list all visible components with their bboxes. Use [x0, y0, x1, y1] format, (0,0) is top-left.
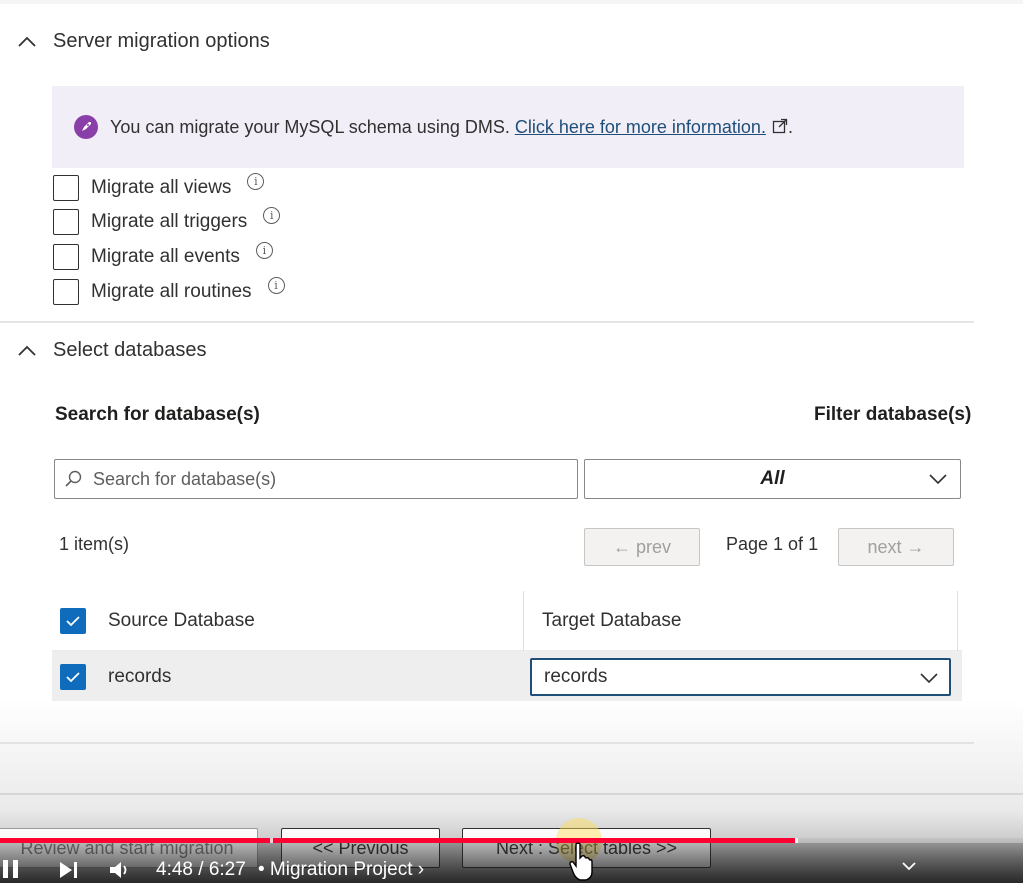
next-video-icon[interactable] [58, 860, 80, 880]
events-checkbox[interactable] [53, 244, 79, 270]
option-label: Migrate all triggers [91, 211, 248, 232]
target-database-dropdown[interactable]: records [530, 658, 951, 696]
checkmark-icon [66, 616, 80, 627]
option-migrate-views[interactable]: Migrate all views i [53, 172, 265, 201]
search-icon [65, 470, 82, 487]
select-databases-header[interactable]: Select databases [17, 339, 206, 362]
filter-label: Filter database(s) [814, 404, 972, 425]
volume-icon[interactable] [108, 860, 132, 880]
option-label: Migrate all routines [91, 281, 252, 302]
search-label: Search for database(s) [55, 404, 260, 425]
source-column-header[interactable]: Source Database [108, 610, 255, 632]
option-migrate-triggers[interactable]: Migrate all triggers i [53, 206, 281, 235]
section-divider [0, 321, 974, 323]
next-page-button[interactable]: next → [838, 528, 954, 566]
views-checkbox[interactable] [53, 175, 79, 201]
chapter-marker [270, 838, 273, 843]
option-label: Migrate all views [91, 177, 232, 198]
chapter-marker [795, 838, 798, 843]
banner-suffix: . [787, 116, 793, 137]
more-info-link[interactable]: Click here for more information. [515, 117, 766, 137]
rocket-icon [74, 115, 98, 139]
item-count: 1 item(s) [59, 534, 130, 554]
info-icon[interactable]: i [247, 172, 265, 190]
pause-icon[interactable] [0, 858, 22, 880]
video-player-bar [0, 838, 1023, 883]
target-database-value: records [544, 666, 608, 687]
section-title: Server migration options [53, 30, 270, 52]
video-time: 4:48 / 6:27 [156, 859, 246, 880]
option-label: Migrate all events [91, 246, 240, 267]
option-migrate-routines[interactable]: Migrate all routines i [53, 276, 285, 305]
source-database-name: records [108, 666, 172, 687]
chevron-down-icon[interactable] [901, 860, 917, 872]
search-placeholder: Search for database(s) [93, 468, 277, 489]
filter-dropdown[interactable]: All [584, 459, 961, 499]
database-search-input[interactable]: Search for database(s) [54, 459, 578, 499]
chevron-down-icon [929, 474, 947, 485]
banner-text: You can migrate your MySQL schema using … [110, 116, 510, 137]
column-separator [957, 591, 958, 651]
page-indicator: Page 1 of 1 [726, 534, 819, 554]
select-all-checkbox[interactable] [60, 608, 86, 634]
top-divider [0, 0, 1023, 4]
external-link-icon[interactable] [772, 118, 788, 134]
triggers-checkbox[interactable] [53, 209, 79, 235]
prev-page-button[interactable]: ← prev [584, 528, 700, 566]
section-title: Select databases [53, 339, 207, 361]
server-migration-header[interactable]: Server migration options [17, 30, 270, 53]
column-separator [523, 591, 524, 651]
row-checkbox[interactable] [60, 664, 86, 690]
chevron-up-icon [18, 36, 36, 47]
chevron-up-icon [18, 345, 36, 356]
filter-value: All [760, 468, 785, 489]
info-icon[interactable]: i [255, 241, 273, 259]
chapter-title[interactable]: • Migration Project › [258, 859, 424, 881]
info-icon[interactable]: i [263, 206, 281, 224]
info-icon[interactable]: i [267, 276, 285, 294]
info-banner: You can migrate your MySQL schema using … [52, 86, 964, 168]
hand-cursor-icon [569, 842, 593, 881]
progress-played[interactable] [0, 838, 795, 843]
footer-divider [0, 793, 1023, 795]
checkmark-icon [66, 672, 80, 683]
routines-checkbox[interactable] [53, 279, 79, 305]
target-column-header[interactable]: Target Database [542, 610, 681, 632]
chevron-down-icon [920, 673, 938, 684]
option-migrate-events[interactable]: Migrate all events i [53, 241, 273, 270]
